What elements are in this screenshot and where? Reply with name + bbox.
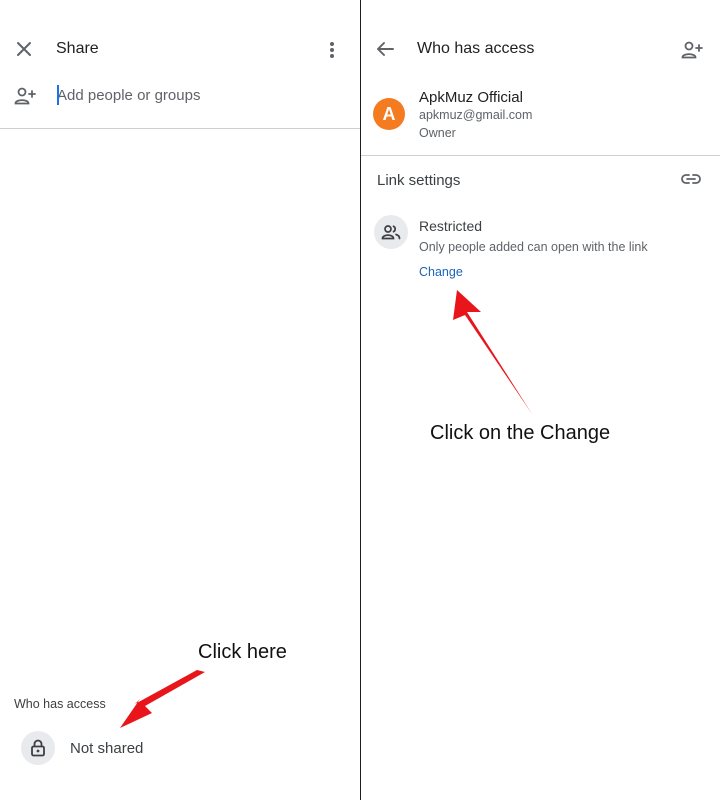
lock-icon [30,739,46,757]
who-has-access-label: Who has access [14,697,106,711]
lock-badge[interactable] [21,731,55,765]
access-status[interactable]: Not shared [70,740,143,757]
annotation-arrow [453,290,532,414]
annotation-click-change: Click on the Change [430,422,611,444]
annotation-arrow [120,670,205,728]
who-has-access-panel: Who has access A ApkMuz Official apkmuz@… [361,0,720,800]
share-panel: Share Click here Who has access Not shar… [0,0,360,800]
